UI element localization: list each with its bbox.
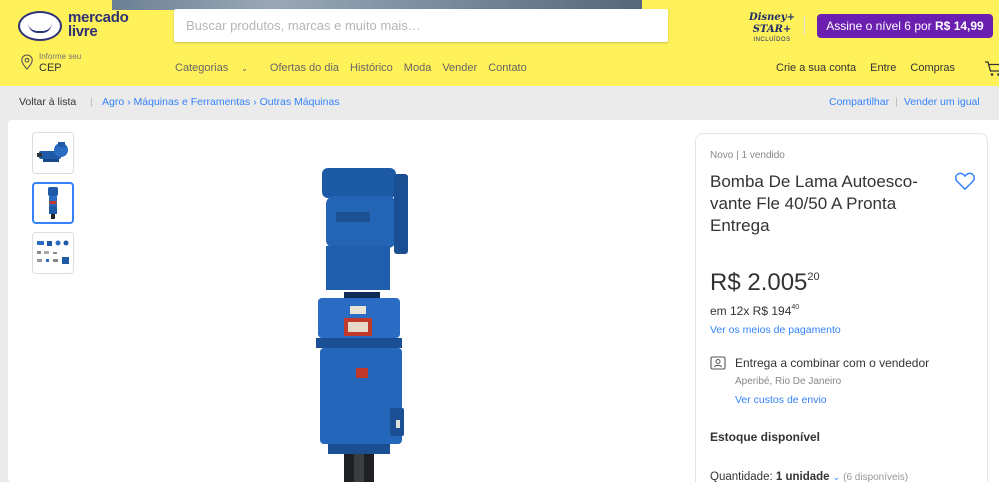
quantity-available: (6 disponíveis) xyxy=(843,472,909,482)
stock-status: Estoque disponível xyxy=(710,430,821,444)
nav-categorias-label: Categorias xyxy=(175,62,229,74)
product-title: Bomba De Lama Autoesco- vante Fle 40/50 … xyxy=(710,172,918,235)
cep-location-selector[interactable]: Informe seu CEP xyxy=(20,52,130,80)
logo-text: mercado livre xyxy=(68,10,148,40)
product-price: R$ 2.00520 xyxy=(710,269,820,297)
breadcrumb-separator: | xyxy=(90,96,93,108)
shipping-costs-link[interactable]: Ver custos de envio xyxy=(735,394,827,406)
quantity-selector[interactable]: Quantidade: 1 unidade ⌄ (6 disponíveis) xyxy=(710,471,908,482)
breadcrumb-actions: Compartilhar | Vender um igual xyxy=(829,88,980,116)
nav-vender[interactable]: Vender xyxy=(442,62,477,78)
disney-included-label: INCLUÍDOS xyxy=(753,37,791,43)
installments-info: em 12x R$ 19440 xyxy=(710,304,799,318)
location-prompt: Informe seu xyxy=(39,52,82,61)
delivery-contact-icon xyxy=(710,356,726,370)
breadcrumb-item-agro[interactable]: Agro xyxy=(102,96,124,108)
cart-icon[interactable] xyxy=(984,60,999,78)
handshake-logo-icon xyxy=(18,11,62,41)
chevron-down-icon: ⌄ xyxy=(241,64,248,73)
nav-moda[interactable]: Moda xyxy=(404,62,432,78)
payment-methods-link[interactable]: Ver os meios de pagamento xyxy=(710,324,841,336)
nav-categorias[interactable]: Categorias ⌄ xyxy=(175,62,259,78)
price-cents: 20 xyxy=(807,271,820,283)
location-pin-icon xyxy=(21,54,33,70)
breadcrumb-item-outras[interactable]: Outras Máquinas xyxy=(260,96,340,108)
back-to-list-link[interactable]: Voltar à lista xyxy=(19,88,76,116)
nav-contato[interactable]: Contato xyxy=(488,62,527,78)
condition-sold-count: Novo | 1 vendido xyxy=(710,150,785,161)
chevron-down-icon: ⌄ xyxy=(832,472,841,482)
site-header: mercado livre Disney+ STAR+ INCLUÍDOS As… xyxy=(0,0,999,86)
price-integer: R$ 2.005 xyxy=(710,269,808,296)
pump-parts-thumbnail xyxy=(37,240,69,264)
disney-star-badge[interactable]: Disney+ STAR+ INCLUÍDOS xyxy=(730,12,814,43)
create-account-link[interactable]: Crie a sua conta xyxy=(776,62,856,78)
breadcrumb: Agro › Máquinas e Ferramentas › Outras M… xyxy=(102,88,340,116)
seller-location: Aperibé, Rio De Janeiro xyxy=(735,376,842,387)
search-input[interactable] xyxy=(186,9,626,42)
disney-star-logo: Disney+ STAR+ xyxy=(749,12,795,35)
quantity-label: Quantidade: xyxy=(710,471,773,482)
breadcrumb-item-maquinas[interactable]: Máquinas e Ferramentas xyxy=(134,96,251,108)
quantity-value: 1 unidade xyxy=(775,471,830,482)
share-link[interactable]: Compartilhar xyxy=(829,96,889,108)
purchases-link[interactable]: Compras xyxy=(910,62,955,78)
promo-text: Assine o nível 6 por xyxy=(826,19,932,33)
breadcrumb-separator: | xyxy=(895,96,898,108)
installments-amount: em 12x R$ 194 xyxy=(710,304,792,318)
logo-text-line2: livre xyxy=(68,23,98,40)
search-bar xyxy=(174,9,832,42)
product-card: Novo | 1 vendido Bomba De Lama Autoesco-… xyxy=(8,120,999,482)
pump-front-thumbnail xyxy=(48,187,58,219)
nav-historico[interactable]: Histórico xyxy=(350,62,393,78)
heart-icon[interactable] xyxy=(954,171,976,191)
subscribe-level6-button[interactable]: Assine o nível 6 por R$ 14,99 xyxy=(817,14,993,38)
user-nav: Crie a sua conta Entre Compras xyxy=(776,62,969,78)
location-cep-label: CEP xyxy=(39,62,62,74)
delivery-info: Entrega a combinar com o vendedor xyxy=(735,356,930,370)
pump-side-thumbnail xyxy=(37,142,68,162)
installments-cents: 40 xyxy=(791,304,800,311)
main-product-image[interactable] xyxy=(278,168,478,482)
thumbnail-2-active[interactable] xyxy=(32,182,74,224)
mercado-livre-logo[interactable]: mercado livre xyxy=(18,10,148,43)
breadcrumb-bar: Voltar à lista | Agro › Máquinas e Ferra… xyxy=(0,88,999,116)
nav-ofertas-do-dia[interactable]: Ofertas do dia xyxy=(270,62,339,78)
sell-similar-link[interactable]: Vender um igual xyxy=(904,96,980,108)
buy-box: Novo | 1 vendido Bomba De Lama Autoesco-… xyxy=(695,133,988,482)
thumbnail-1[interactable] xyxy=(32,132,74,174)
login-link[interactable]: Entre xyxy=(870,62,896,78)
thumbnail-list xyxy=(32,132,74,282)
main-nav: Categorias ⌄ Ofertas do dia Histórico Mod… xyxy=(175,62,538,78)
promo-price: R$ 14,99 xyxy=(935,19,984,33)
thumbnail-3[interactable] xyxy=(32,232,74,274)
